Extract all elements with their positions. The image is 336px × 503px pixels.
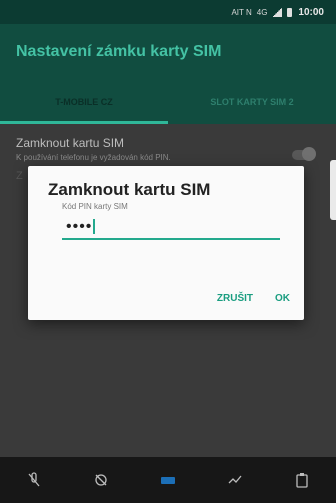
battery-icon bbox=[287, 7, 293, 17]
side-edge-handle[interactable] bbox=[330, 160, 336, 220]
tabs: T-MOBILE CZ SLOT KARTY SIM 2 bbox=[0, 80, 336, 124]
pin-input[interactable]: •••• bbox=[62, 218, 280, 240]
text-cursor bbox=[93, 219, 96, 235]
lock-sim-dialog: Zamknout kartu SIM Kód PIN karty SIM •••… bbox=[28, 166, 304, 320]
clipboard-icon[interactable] bbox=[290, 469, 314, 491]
status-bar: AIT N 4G 10:00 bbox=[0, 0, 336, 24]
status-time: 10:00 bbox=[298, 6, 324, 18]
mute-mic-icon[interactable] bbox=[22, 469, 46, 491]
lock-sim-setting[interactable]: Zamknout kartu SIM K používání telefonu … bbox=[16, 136, 326, 162]
dialog-actions: ZRUŠIT OK bbox=[217, 293, 290, 304]
setting-summary: K používání telefonu je vyžadován kód PI… bbox=[16, 153, 171, 162]
dialog-title: Zamknout kartu SIM bbox=[48, 180, 211, 199]
page-title: Nastavení zámku karty SIM bbox=[16, 43, 222, 60]
app-bar: Nastavení zámku karty SIM bbox=[0, 24, 336, 80]
lock-sim-toggle[interactable] bbox=[292, 147, 316, 161]
carrier-glyphs: AIT N bbox=[231, 7, 252, 17]
setting-title: Zamknout kartu SIM bbox=[16, 136, 125, 150]
tab-t-mobile[interactable]: T-MOBILE CZ bbox=[0, 80, 168, 124]
change-pin-setting-initial[interactable]: Z bbox=[16, 170, 23, 182]
keyboard-icon[interactable] bbox=[156, 469, 180, 491]
cancel-button[interactable]: ZRUŠIT bbox=[217, 293, 253, 304]
pin-value: •••• bbox=[66, 218, 93, 235]
signal-icon bbox=[272, 7, 283, 17]
network-label: 4G bbox=[256, 7, 268, 17]
ok-button[interactable]: OK bbox=[275, 293, 290, 304]
status-icons: AIT N 4G bbox=[231, 7, 293, 17]
no-camera-icon[interactable] bbox=[89, 469, 113, 491]
keyboard-toolbar bbox=[0, 457, 336, 503]
shortcut-icon[interactable] bbox=[223, 469, 247, 491]
tab-sim-slot-2[interactable]: SLOT KARTY SIM 2 bbox=[168, 80, 336, 124]
pin-field-label: Kód PIN karty SIM bbox=[62, 202, 128, 211]
toggle-knob bbox=[302, 147, 316, 161]
